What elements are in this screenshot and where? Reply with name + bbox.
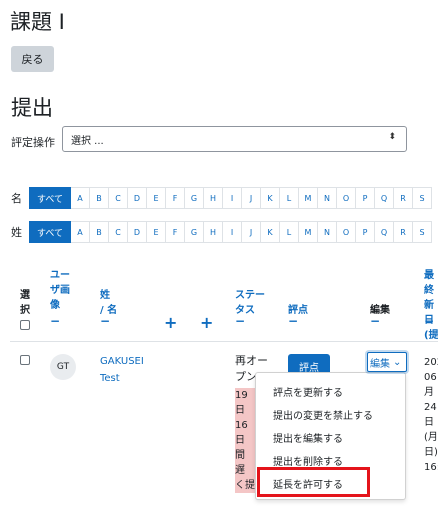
header-select: 選 択	[20, 290, 30, 316]
firstname-initial-l[interactable]: L	[280, 187, 299, 209]
firstname-initial-s[interactable]: S	[413, 187, 432, 209]
select-all-checkbox[interactable]	[20, 320, 30, 330]
firstname-initial-n[interactable]: N	[318, 187, 337, 209]
firstname-initials-label: 名	[11, 192, 22, 205]
lastname-initial-c[interactable]: C	[109, 221, 128, 243]
last-modified-date: 202 06月 24日 (月 日) 16:	[424, 357, 438, 473]
firstname-initial-q[interactable]: Q	[375, 187, 394, 209]
firstname-initial-a[interactable]: A	[71, 187, 90, 209]
firstname-initial-i[interactable]: I	[223, 187, 242, 209]
row-select-checkbox[interactable]	[20, 355, 30, 365]
collapse-name-icon[interactable]: −	[100, 314, 110, 328]
lastname-initial-b[interactable]: B	[90, 221, 109, 243]
lastname-initial-a[interactable]: A	[71, 221, 90, 243]
lastname-initials-label: 姓	[11, 226, 22, 239]
lastname-initial-i[interactable]: I	[223, 221, 242, 243]
avatar[interactable]: GT	[50, 354, 76, 380]
chevron-down-icon: ⌄	[393, 356, 402, 368]
firstname-initial-d[interactable]: D	[128, 187, 147, 209]
lastname-initial-e[interactable]: E	[147, 221, 166, 243]
collapse-lastmodified-icon[interactable]: −	[424, 314, 434, 328]
firstname-initial-c[interactable]: C	[109, 187, 128, 209]
student-firstname-link[interactable]: GAKUSEI	[100, 356, 144, 367]
lastname-initial-s[interactable]: S	[413, 221, 432, 243]
collapse-grade-icon[interactable]: −	[288, 314, 298, 328]
firstname-initial-e[interactable]: E	[147, 187, 166, 209]
lastname-initial-all[interactable]: すべて	[29, 221, 71, 243]
menu-item-edit-submission[interactable]: 提出を編集する	[273, 430, 343, 445]
back-button[interactable]: 戻る	[11, 46, 54, 72]
firstname-initial-g[interactable]: G	[185, 187, 204, 209]
firstname-initial-f[interactable]: F	[166, 187, 185, 209]
collapse-status-icon[interactable]: −	[235, 314, 245, 328]
collapse-edit-icon[interactable]: −	[370, 314, 380, 328]
lastname-initial-k[interactable]: K	[261, 221, 280, 243]
menu-item-update-grade[interactable]: 評点を更新する	[273, 384, 343, 399]
expand-column-icon[interactable]: +	[200, 313, 213, 332]
firstname-initial-all[interactable]: すべて	[29, 187, 71, 209]
lastname-initial-j[interactable]: J	[242, 221, 261, 243]
firstname-initials-bar: 名 すべて ABCDEFGHIJKLMNOPQRS	[0, 187, 432, 209]
firstname-initial-k[interactable]: K	[261, 187, 280, 209]
overdue-status-badge: 19 日 16 日 間 遅 く提	[235, 388, 257, 493]
firstname-initial-h[interactable]: H	[204, 187, 223, 209]
lastname-initial-q[interactable]: Q	[375, 221, 394, 243]
menu-item-delete-submission[interactable]: 提出を削除する	[273, 453, 343, 468]
page-title: 課題 I	[10, 10, 65, 34]
lastname-initial-d[interactable]: D	[128, 221, 147, 243]
lastname-initial-f[interactable]: F	[166, 221, 185, 243]
firstname-initial-p[interactable]: P	[356, 187, 375, 209]
firstname-initial-m[interactable]: M	[299, 187, 318, 209]
lastname-initial-m[interactable]: M	[299, 221, 318, 243]
menu-item-prevent-changes[interactable]: 提出の変更を禁止する	[273, 407, 373, 422]
lastname-initial-l[interactable]: L	[280, 221, 299, 243]
expand-column-icon[interactable]: +	[164, 313, 177, 332]
student-lastname-link[interactable]: Test	[100, 373, 120, 384]
lastname-initial-n[interactable]: N	[318, 221, 337, 243]
select-arrows-icon: ⬍	[388, 132, 396, 142]
collapse-userpic-icon[interactable]: −	[50, 314, 60, 328]
grading-action-select[interactable]: 選択 ... ⬍	[62, 126, 407, 152]
firstname-initial-j[interactable]: J	[242, 187, 261, 209]
lastname-initial-p[interactable]: P	[356, 221, 375, 243]
firstname-initial-b[interactable]: B	[90, 187, 109, 209]
firstname-initial-r[interactable]: R	[394, 187, 413, 209]
grading-action-value: 選択 ...	[71, 135, 104, 147]
lastname-initial-h[interactable]: H	[204, 221, 223, 243]
header-userpic[interactable]: ユー ザ画 像	[50, 268, 70, 313]
edit-menu-toggle[interactable]: 編集 ⌄	[367, 352, 407, 372]
firstname-initial-o[interactable]: O	[337, 187, 356, 209]
lastname-initial-r[interactable]: R	[394, 221, 413, 243]
lastname-initials-bar: 姓 すべて ABCDEFGHIJKLMNOPQRS	[0, 221, 432, 243]
grading-action-label: 評定操作	[11, 136, 55, 149]
section-title: 提出	[11, 96, 53, 120]
edit-menu-label: 編集	[370, 358, 390, 370]
highlight-box	[257, 467, 370, 497]
header-lastmodified[interactable]: 最終 新日 (提	[424, 268, 438, 343]
header-divider	[10, 341, 438, 342]
lastname-initial-g[interactable]: G	[185, 221, 204, 243]
lastname-initial-o[interactable]: O	[337, 221, 356, 243]
